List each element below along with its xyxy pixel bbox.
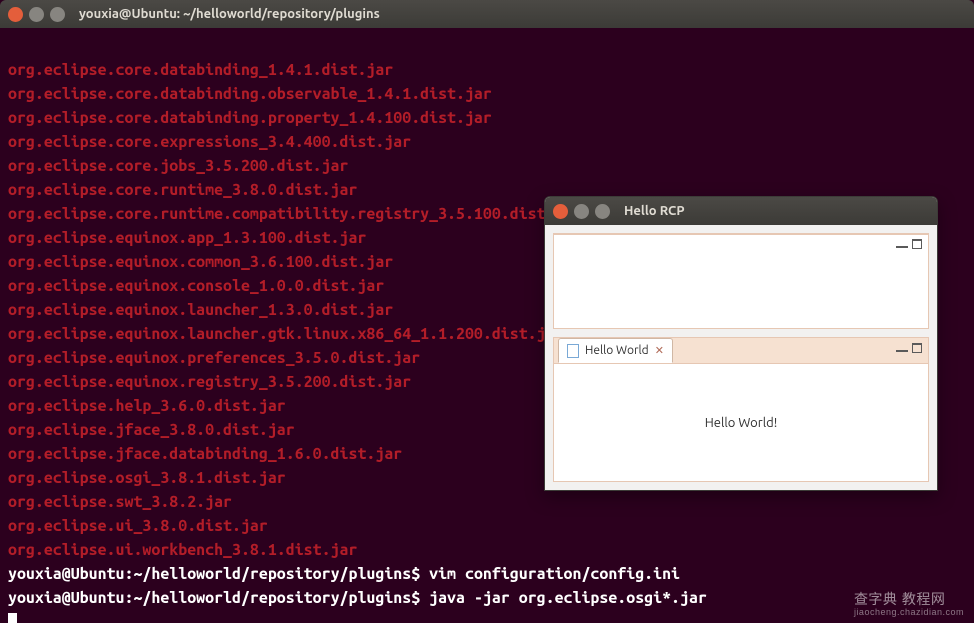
file-entry: org.eclipse.equinox.app_1.3.100.dist.jar [8, 229, 366, 247]
file-entry: org.eclipse.core.runtime_3.8.0.dist.jar [8, 181, 357, 199]
file-entry: org.eclipse.ui_3.8.0.dist.jar [8, 517, 268, 535]
prompt-user: youxia@Ubuntu [8, 565, 124, 583]
file-entry: org.eclipse.equinox.console_1.0.0.dist.j… [8, 277, 384, 295]
maximize-view-icon[interactable] [912, 343, 922, 353]
terminal-title: youxia@Ubuntu: ~/helloworld/repository/p… [79, 7, 380, 21]
minimize-view-icon[interactable] [896, 239, 908, 249]
popup-body: Hello World ✕ Hello World! [545, 225, 937, 490]
file-entry: org.eclipse.core.expressions_3.4.400.dis… [8, 133, 411, 151]
file-entry: org.eclipse.equinox.preferences_3.5.0.di… [8, 349, 420, 367]
watermark: 查字典 教程网 jiaocheng.chazidian.com [854, 589, 964, 617]
close-icon[interactable] [8, 7, 23, 22]
file-entry: org.eclipse.core.jobs_3.5.200.dist.jar [8, 157, 348, 175]
prompt-command: java -jar org.eclipse.osgi*.jar [429, 589, 707, 607]
hello-rcp-window[interactable]: Hello RCP Hello World ✕ Hel [544, 196, 938, 491]
close-icon[interactable] [553, 204, 568, 219]
popup-title: Hello RCP [624, 204, 685, 218]
minimize-icon[interactable] [29, 7, 44, 22]
terminal-cursor [8, 613, 17, 623]
tab-hello-world[interactable]: Hello World ✕ [558, 338, 673, 363]
file-entry: org.eclipse.help_3.6.0.dist.jar [8, 397, 286, 415]
minimize-view-icon[interactable] [896, 343, 908, 353]
tab-label: Hello World [585, 344, 649, 357]
watermark-main: 查字典 教程网 [854, 591, 945, 607]
file-entry: org.eclipse.core.databinding.property_1.… [8, 109, 492, 127]
file-entry: org.eclipse.equinox.common_3.6.100.dist.… [8, 253, 393, 271]
file-entry: org.eclipse.swt_3.8.2.jar [8, 493, 232, 511]
file-entry: org.eclipse.osgi_3.8.1.dist.jar [8, 469, 286, 487]
file-entry: org.eclipse.equinox.launcher_1.3.0.dist.… [8, 301, 393, 319]
file-entry: org.eclipse.core.runtime.compatibility.r… [8, 205, 581, 223]
maximize-icon[interactable] [50, 7, 65, 22]
prompt-path: :~/helloworld/repository/plugins$ [124, 565, 420, 583]
close-tab-icon[interactable]: ✕ [655, 344, 664, 357]
file-entry: org.eclipse.equinox.launcher.gtk.linux.x… [8, 325, 564, 343]
file-entry: org.eclipse.core.databinding_1.4.1.dist.… [8, 61, 393, 79]
prompt-command: vim configuration/config.ini [429, 565, 680, 583]
panel-content: Hello World! [554, 364, 928, 481]
popup-titlebar[interactable]: Hello RCP [545, 197, 937, 225]
file-entry: org.eclipse.jface.databinding_1.6.0.dist… [8, 445, 402, 463]
prompt-user: youxia@Ubuntu [8, 589, 124, 607]
maximize-icon[interactable] [595, 204, 610, 219]
maximize-view-icon[interactable] [912, 239, 922, 249]
watermark-sub: jiaocheng.chazidian.com [854, 607, 964, 617]
document-icon [567, 344, 579, 358]
terminal-titlebar[interactable]: youxia@Ubuntu: ~/helloworld/repository/p… [0, 0, 974, 28]
file-entry: org.eclipse.equinox.registry_3.5.200.dis… [8, 373, 411, 391]
tab-row: Hello World ✕ [554, 338, 928, 364]
file-entry: org.eclipse.ui.workbench_3.8.1.dist.jar [8, 541, 357, 559]
file-entry: org.eclipse.core.databinding.observable_… [8, 85, 492, 103]
hello-world-panel: Hello World ✕ Hello World! [553, 337, 929, 482]
hello-world-text: Hello World! [705, 416, 778, 430]
minimize-icon[interactable] [574, 204, 589, 219]
empty-panel [553, 233, 929, 329]
prompt-path: :~/helloworld/repository/plugins$ [124, 589, 420, 607]
file-entry: org.eclipse.jface_3.8.0.dist.jar [8, 421, 295, 439]
